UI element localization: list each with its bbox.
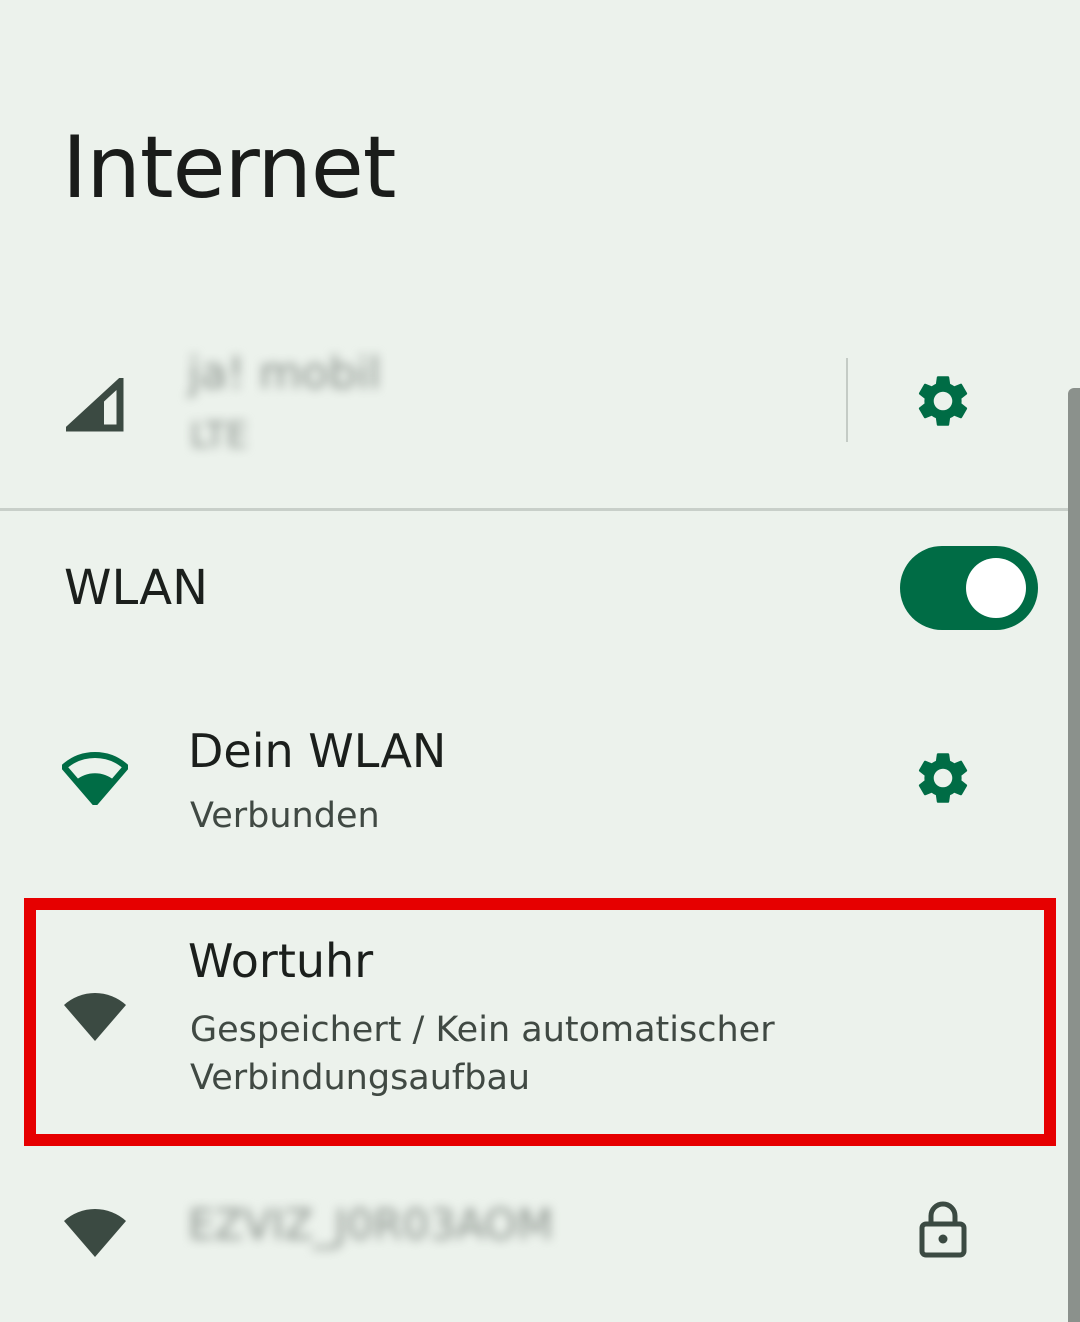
carrier-name: ja! mobil: [188, 348, 381, 399]
wlan-toggle[interactable]: [900, 546, 1038, 630]
cellular-signal-icon: [60, 370, 130, 440]
gear-icon[interactable]: [912, 747, 974, 809]
toggle-knob: [966, 558, 1026, 618]
scrollbar[interactable]: [1068, 388, 1080, 1322]
internet-settings-screen: Internet ja! mobil LTE WLAN Dein WLAN Ve…: [0, 0, 1080, 1322]
wifi-icon: [60, 1196, 130, 1266]
wifi-connected-icon: [60, 742, 130, 812]
section-divider: [0, 508, 1080, 511]
network-name: EZVIZ_J0R03AOM: [188, 1200, 554, 1249]
gear-icon[interactable]: [912, 370, 974, 432]
carrier-status: LTE: [190, 416, 249, 456]
lock-icon: [919, 1201, 967, 1258]
page-title: Internet: [62, 118, 396, 218]
wlan-label: WLAN: [64, 560, 209, 616]
vertical-divider: [846, 358, 848, 442]
network-name: Dein WLAN: [188, 724, 447, 778]
highlight-box: [24, 898, 1056, 1146]
network-status: Verbunden: [190, 796, 380, 836]
